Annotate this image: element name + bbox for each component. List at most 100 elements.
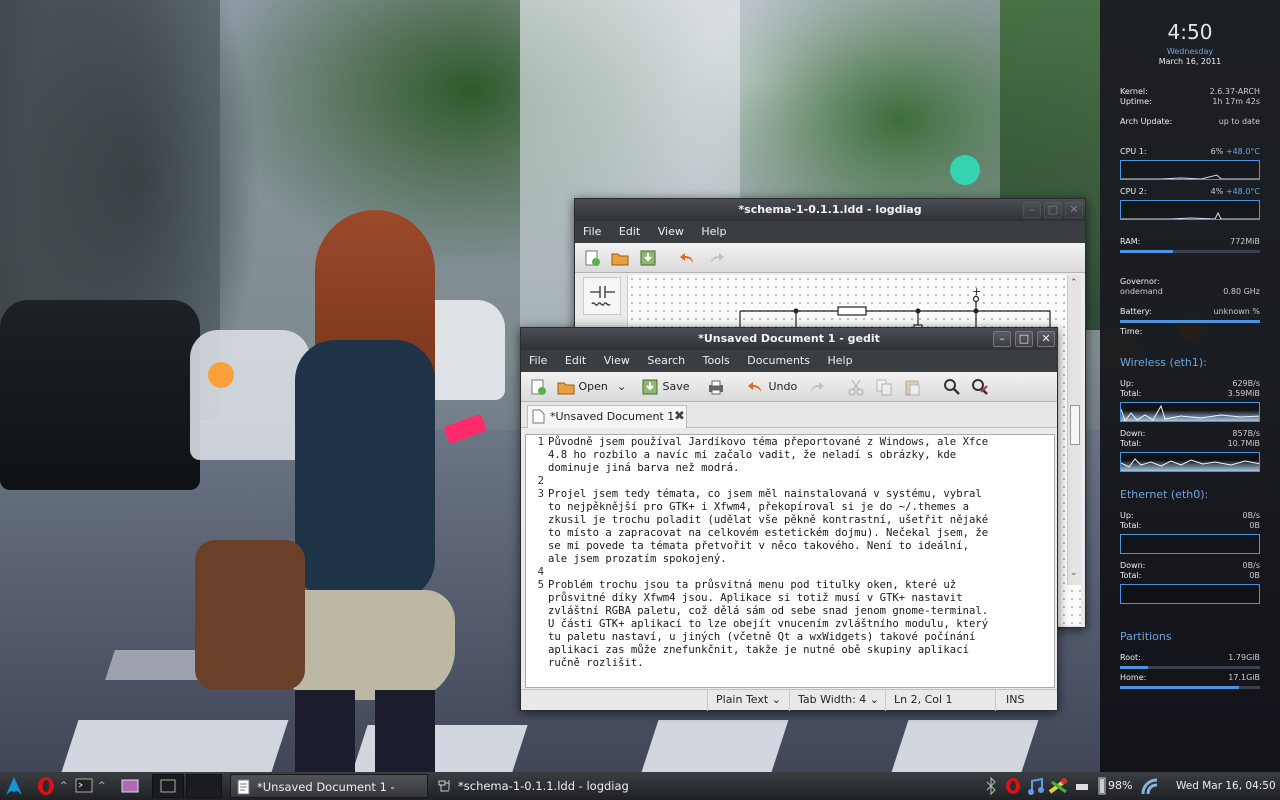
copy-button[interactable] [875,376,893,398]
logdiag-minimize-button[interactable]: – [1023,202,1041,218]
logdiag-vertical-scrollbar[interactable]: ⌃ ⌄ [1067,275,1081,585]
logdiag-scroll-thumb[interactable] [1070,405,1080,445]
governor-row: Governor: [1120,277,1260,287]
music-icon[interactable] [1026,774,1046,798]
gedit-minimize-button[interactable]: – [993,331,1011,347]
ethernet-down-graph [1120,584,1260,604]
ethernet-title: Ethernet (eth0): [1120,488,1209,501]
panel-clock[interactable]: Wed Mar 16, 04:50 [1176,774,1276,798]
line-number: 1 [537,436,544,448]
launcher-expand-icon[interactable]: ^ [98,774,110,798]
paste-button[interactable] [903,376,921,398]
print-button[interactable] [707,376,725,398]
gedit-maximize-button[interactable]: □ [1015,331,1033,347]
battery-percentage[interactable]: 98% [1108,774,1138,798]
eth-up-value: 0B/s [1242,511,1260,520]
find-button[interactable] [943,376,961,398]
text-line[interactable]: Problém trochu jsou ta průsvitná menu po… [548,579,1040,670]
cut-button[interactable] [847,376,865,398]
battery-bar [1120,320,1260,323]
open-button[interactable]: Open [557,376,608,398]
launcher-expand-icon[interactable]: ^ [60,774,72,798]
task-logdiag[interactable]: *schema-1-0.1.1.ldd - logdiag [432,774,632,798]
copy-icon [876,379,892,396]
wl-up-row: Up: 629B/s [1120,379,1260,389]
find-replace-icon [972,379,988,395]
gedit-menu-file[interactable]: File [529,350,547,372]
gedit-titlebar[interactable]: *Unsaved Document 1 - gedit – □ ✕ [521,328,1057,350]
logdiag-menu-edit[interactable]: Edit [619,221,640,243]
root-row: Root: 1.79GiB [1120,653,1260,663]
text-line[interactable]: Původně jsem používal Jardíkovo téma pře… [548,436,1040,475]
text-editor[interactable]: 1 Původně jsem používal Jardíkovo téma p… [525,434,1055,688]
line-number: 4 [537,566,544,578]
bluetooth-icon[interactable] [984,774,998,798]
removable-drive-icon[interactable] [1074,774,1090,798]
language-selector[interactable]: Plain Text ⌄ [707,690,789,711]
home-bar [1120,686,1260,689]
gedit-menu-help[interactable]: Help [827,350,852,372]
home-label: Home: [1120,673,1147,682]
open-recent-dropdown[interactable]: ⌄ [617,376,626,398]
tab-width-selector[interactable]: Tab Width: 4 ⌄ [789,690,885,711]
gedit-menu-search[interactable]: Search [647,350,685,372]
undo-button-label: Undo [768,380,798,393]
eth-up-label: Up: [1120,511,1134,520]
language-label: Plain Text [716,693,769,706]
redo-icon[interactable] [707,247,725,269]
undo-button[interactable]: Undo [747,376,797,398]
find-replace-button[interactable] [971,376,989,398]
save-diagram-icon[interactable] [639,247,657,269]
text-line[interactable]: Projel jsem tedy témata, co jsem měl nai… [548,488,1040,566]
undo-icon[interactable] [679,247,697,269]
gedit-menu-tools[interactable]: Tools [703,350,730,372]
gedit-close-button[interactable]: ✕ [1037,331,1055,347]
wireless-down-graph-line [1121,458,1259,468]
scroll-down-icon[interactable]: ⌄ [1070,569,1079,578]
kernel-row: Kernel: 2.6.37-ARCH [1120,87,1260,97]
wireless-title: Wireless (eth1): [1120,356,1207,369]
kernel-label: Kernel: [1120,87,1148,96]
save-button[interactable]: Save [641,376,690,398]
logdiag-menu-file[interactable]: File [583,221,601,243]
new-diagram-icon[interactable] [583,247,601,269]
logdiag-menu-view[interactable]: View [658,221,684,243]
battery-icon[interactable] [1098,774,1106,798]
open-diagram-icon[interactable] [611,247,629,269]
logdiag-menu-help[interactable]: Help [701,221,726,243]
capacitor-symbol-icon[interactable] [583,277,621,315]
redo-button[interactable] [807,376,825,398]
new-document-button[interactable] [529,376,547,398]
chevron-down-icon: ⌄ [617,380,627,393]
wl-up-total-value: 3.59MiB [1227,389,1260,398]
terminal-launcher[interactable] [74,774,96,798]
network-manager-icon[interactable] [1140,774,1162,798]
logdiag-maximize-button[interactable]: □ [1044,202,1062,218]
gedit-menu-edit[interactable]: Edit [565,350,586,372]
ram-bar-fill [1120,250,1174,253]
logdiag-titlebar[interactable]: *schema-1-0.1.1.ldd - logdiag – □ ✕ [575,199,1085,221]
tab-close-icon[interactable]: ✖ [674,406,685,427]
window-list-icon [121,779,139,793]
scroll-up-icon[interactable]: ⌃ [1070,279,1079,288]
arch-menu-button[interactable] [4,774,26,798]
opera-launcher[interactable] [36,774,58,798]
tab-label: *Unsaved Document 1 [550,410,675,423]
home-value: 17.1GiB [1228,673,1260,682]
wireless-up-graph [1120,402,1260,422]
task-gedit[interactable]: *Unsaved Document 1 - gedit [230,774,428,798]
pidgin-tray-icon[interactable] [1048,774,1070,798]
tab-unsaved-document-1[interactable]: *Unsaved Document 1 ✖ [527,405,687,428]
gedit-menu-documents[interactable]: Documents [747,350,810,372]
workspace-1[interactable] [152,774,184,798]
cpu1-label: CPU 1: [1120,147,1147,156]
gedit-title: *Unsaved Document 1 - gedit [698,332,880,345]
opera-tray-icon[interactable] [1004,774,1022,798]
gedit-menu-view[interactable]: View [604,350,630,372]
window-switcher[interactable] [120,774,142,798]
governor-value-row: ondemand 0.80 GHz [1120,287,1260,297]
conky-weekday: Wednesday [1166,47,1214,56]
workspace-2[interactable] [186,774,222,798]
logdiag-close-button[interactable]: ✕ [1065,202,1083,218]
cpu1-graph [1120,160,1260,180]
